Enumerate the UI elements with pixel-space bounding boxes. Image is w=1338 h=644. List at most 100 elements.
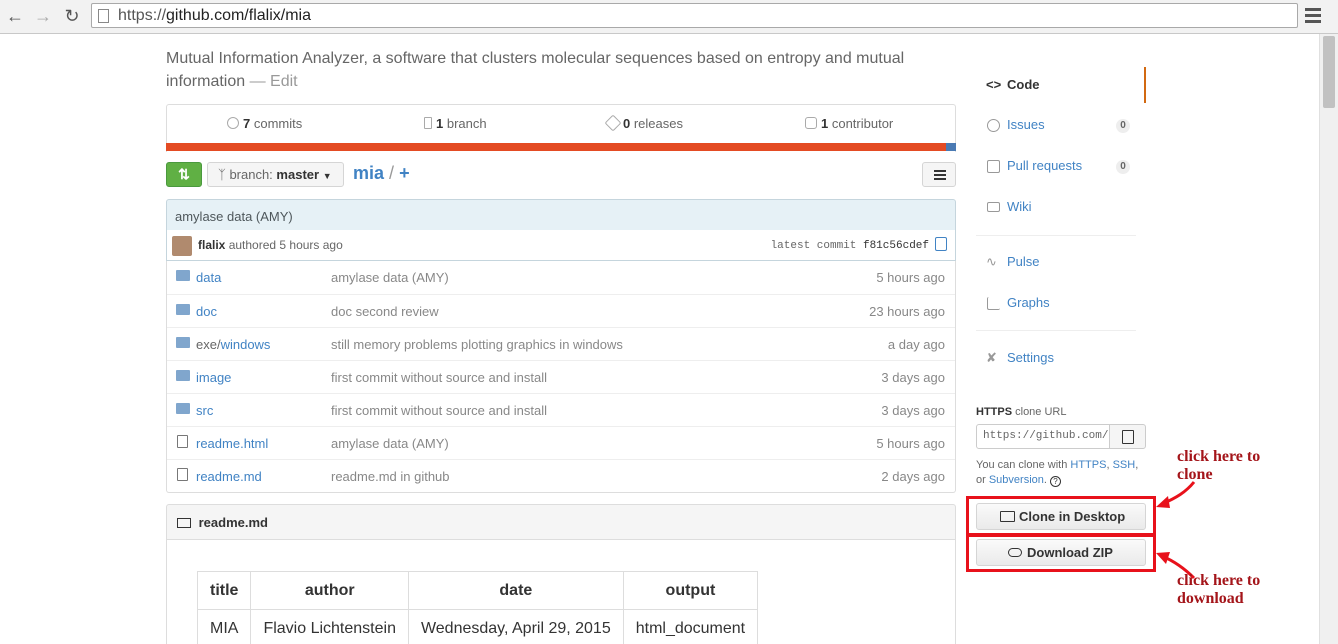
table-row: image first commit without source and in… (167, 360, 955, 393)
sidebar-divider (976, 235, 1136, 236)
clone-arrow-icon (1156, 481, 1196, 508)
branch-icon (424, 117, 432, 129)
folder-icon (176, 270, 190, 281)
file-commit-message[interactable]: amylase data (AMY) (331, 270, 449, 285)
branch-label: branch: (229, 167, 277, 182)
address-url: https://github.com/flalix/mia (118, 7, 311, 24)
issue-icon (987, 119, 1000, 132)
file-age: 3 days ago (881, 403, 945, 418)
table-row: src first commit without source and inst… (167, 393, 955, 426)
pulse-icon: ∿ (986, 254, 997, 269)
new-file-link[interactable]: + (399, 163, 410, 183)
file-name[interactable]: readme.html (196, 436, 268, 451)
forward-arrow-icon[interactable]: → (32, 5, 54, 27)
commits-link[interactable]: 7 commits (227, 116, 302, 131)
sidebar-item-label: Issues (1007, 117, 1045, 132)
sidebar-item-issues[interactable]: Issues 0 (976, 107, 1146, 143)
file-name[interactable]: data (196, 270, 221, 285)
breadcrumb: mia / + (353, 163, 410, 184)
branches-link[interactable]: 1 branch (424, 116, 487, 131)
sidebar-item-wiki[interactable]: Wiki (976, 189, 1146, 225)
sidebar-item-settings[interactable]: ✘ Settings (976, 340, 1146, 376)
branch-icon: ᛉ (218, 167, 226, 182)
address-bar[interactable]: https://github.com/flalix/mia (91, 3, 1298, 28)
file-name[interactable]: doc (196, 304, 217, 319)
clone-ssh-link[interactable]: SSH (1113, 459, 1136, 471)
file-commit-message[interactable]: doc second review (331, 304, 439, 319)
folder-icon (176, 337, 190, 348)
file-name[interactable]: readme.md (196, 469, 262, 484)
browser-menu-icon[interactable] (1305, 8, 1321, 26)
table-header-cell: title (196, 571, 252, 610)
file-age: a day ago (887, 337, 945, 352)
commit-sha[interactable]: f81c56cdef (863, 240, 929, 252)
file-commit-message[interactable]: amylase data (AMY) (331, 436, 449, 451)
commit-author-line: flalix authored 5 hours ago (198, 238, 343, 252)
folder-icon (176, 370, 190, 381)
language-bar[interactable] (166, 143, 956, 151)
sidebar-item-code[interactable]: <> Code (976, 67, 1146, 103)
repo-description: Mutual Information Analyzer, a software … (166, 47, 946, 93)
file-commit-message[interactable]: first commit without source and install (331, 370, 547, 385)
reload-icon[interactable]: ↻ (61, 5, 83, 27)
sidebar-item-pulse[interactable]: ∿ Pulse (976, 244, 1146, 280)
readme-table: title author date output MIA Flavio Lich… (196, 571, 759, 644)
scrollbar-thumb[interactable] (1323, 36, 1335, 108)
clone-subversion-link[interactable]: Subversion (989, 474, 1044, 486)
table-cell: Flavio Lichtenstein (250, 609, 409, 644)
file-list: data amylase data (AMY) 5 hours ago doc … (166, 261, 956, 493)
pull-requests-counter: 0 (1116, 160, 1130, 174)
clone-https-link[interactable]: HTTPS (1070, 459, 1106, 471)
table-row: exe/windows still memory problems plotti… (167, 327, 955, 360)
issues-counter: 0 (1116, 119, 1130, 133)
history-icon (227, 117, 239, 129)
sidebar-item-pull-requests[interactable]: Pull requests 0 (976, 148, 1146, 184)
branch-select-button[interactable]: ᛉ branch: master ▼ (207, 162, 344, 187)
sidebar-item-label: Pull requests (1007, 158, 1083, 173)
compare-button[interactable]: ⇅ (166, 162, 202, 187)
latest-commit: latest commit f81c56cdef (770, 240, 929, 252)
back-arrow-icon[interactable]: ← (4, 5, 26, 27)
repo-root-link[interactable]: mia (353, 163, 384, 183)
releases-link[interactable]: 0 releases (604, 114, 683, 132)
compare-icon: ⇅ (178, 166, 190, 182)
download-highlight-box (966, 534, 1156, 572)
sidebar-item-graphs[interactable]: Graphs (976, 285, 1146, 321)
commit-message[interactable]: amylase data (AMY) (175, 209, 293, 224)
branch-name: master (276, 167, 320, 182)
clippy-icon[interactable] (935, 237, 947, 251)
sidebar-item-label: Code (1007, 77, 1040, 92)
list-view-button[interactable] (922, 162, 956, 187)
file-commit-message[interactable]: readme.md in github (331, 469, 450, 484)
organization-icon (805, 117, 817, 129)
table-row: doc doc second review 23 hours ago (167, 294, 955, 327)
clone-help-text: You can clone with HTTPS, SSH, or Subver… (976, 459, 1139, 487)
page-scrollbar[interactable] (1319, 34, 1338, 644)
sidebar-divider (976, 330, 1136, 331)
copy-clone-url-button[interactable] (1109, 424, 1146, 449)
file-name[interactable]: image (196, 370, 231, 385)
commit-author[interactable]: flalix (198, 238, 225, 252)
edit-description-link[interactable]: — Edit (250, 73, 298, 90)
file-name[interactable]: src (196, 403, 213, 418)
breadcrumb-separator: / (389, 163, 395, 183)
question-icon[interactable]: ? (1050, 476, 1062, 487)
table-row: readme.html amylase data (AMY) 5 hours a… (167, 426, 955, 459)
browser-toolbar: ← → ↻ https://github.com/flalix/mia (0, 0, 1338, 34)
readme-body: title author date output MIA Flavio Lich… (166, 539, 956, 644)
clippy-icon (1122, 430, 1134, 444)
code-icon: <> (986, 77, 1002, 92)
file-commit-message[interactable]: first commit without source and install (331, 403, 547, 418)
file-age: 5 hours ago (876, 436, 945, 451)
file-name[interactable]: exe/windows (196, 337, 270, 352)
contributors-link[interactable]: 1 contributor (805, 116, 893, 131)
table-row: readme.md readme.md in github 2 days ago (167, 459, 955, 492)
clone-url-input[interactable]: https://github.com/flalix/mia.git (976, 424, 1110, 449)
avatar[interactable] (172, 236, 192, 256)
file-commit-message[interactable]: still memory problems plotting graphics … (331, 337, 623, 352)
folder-icon (176, 304, 190, 315)
file-text-icon (177, 435, 188, 448)
table-header-cell: date (407, 571, 624, 610)
file-age: 5 hours ago (876, 270, 945, 285)
table-cell: MIA (196, 609, 252, 644)
